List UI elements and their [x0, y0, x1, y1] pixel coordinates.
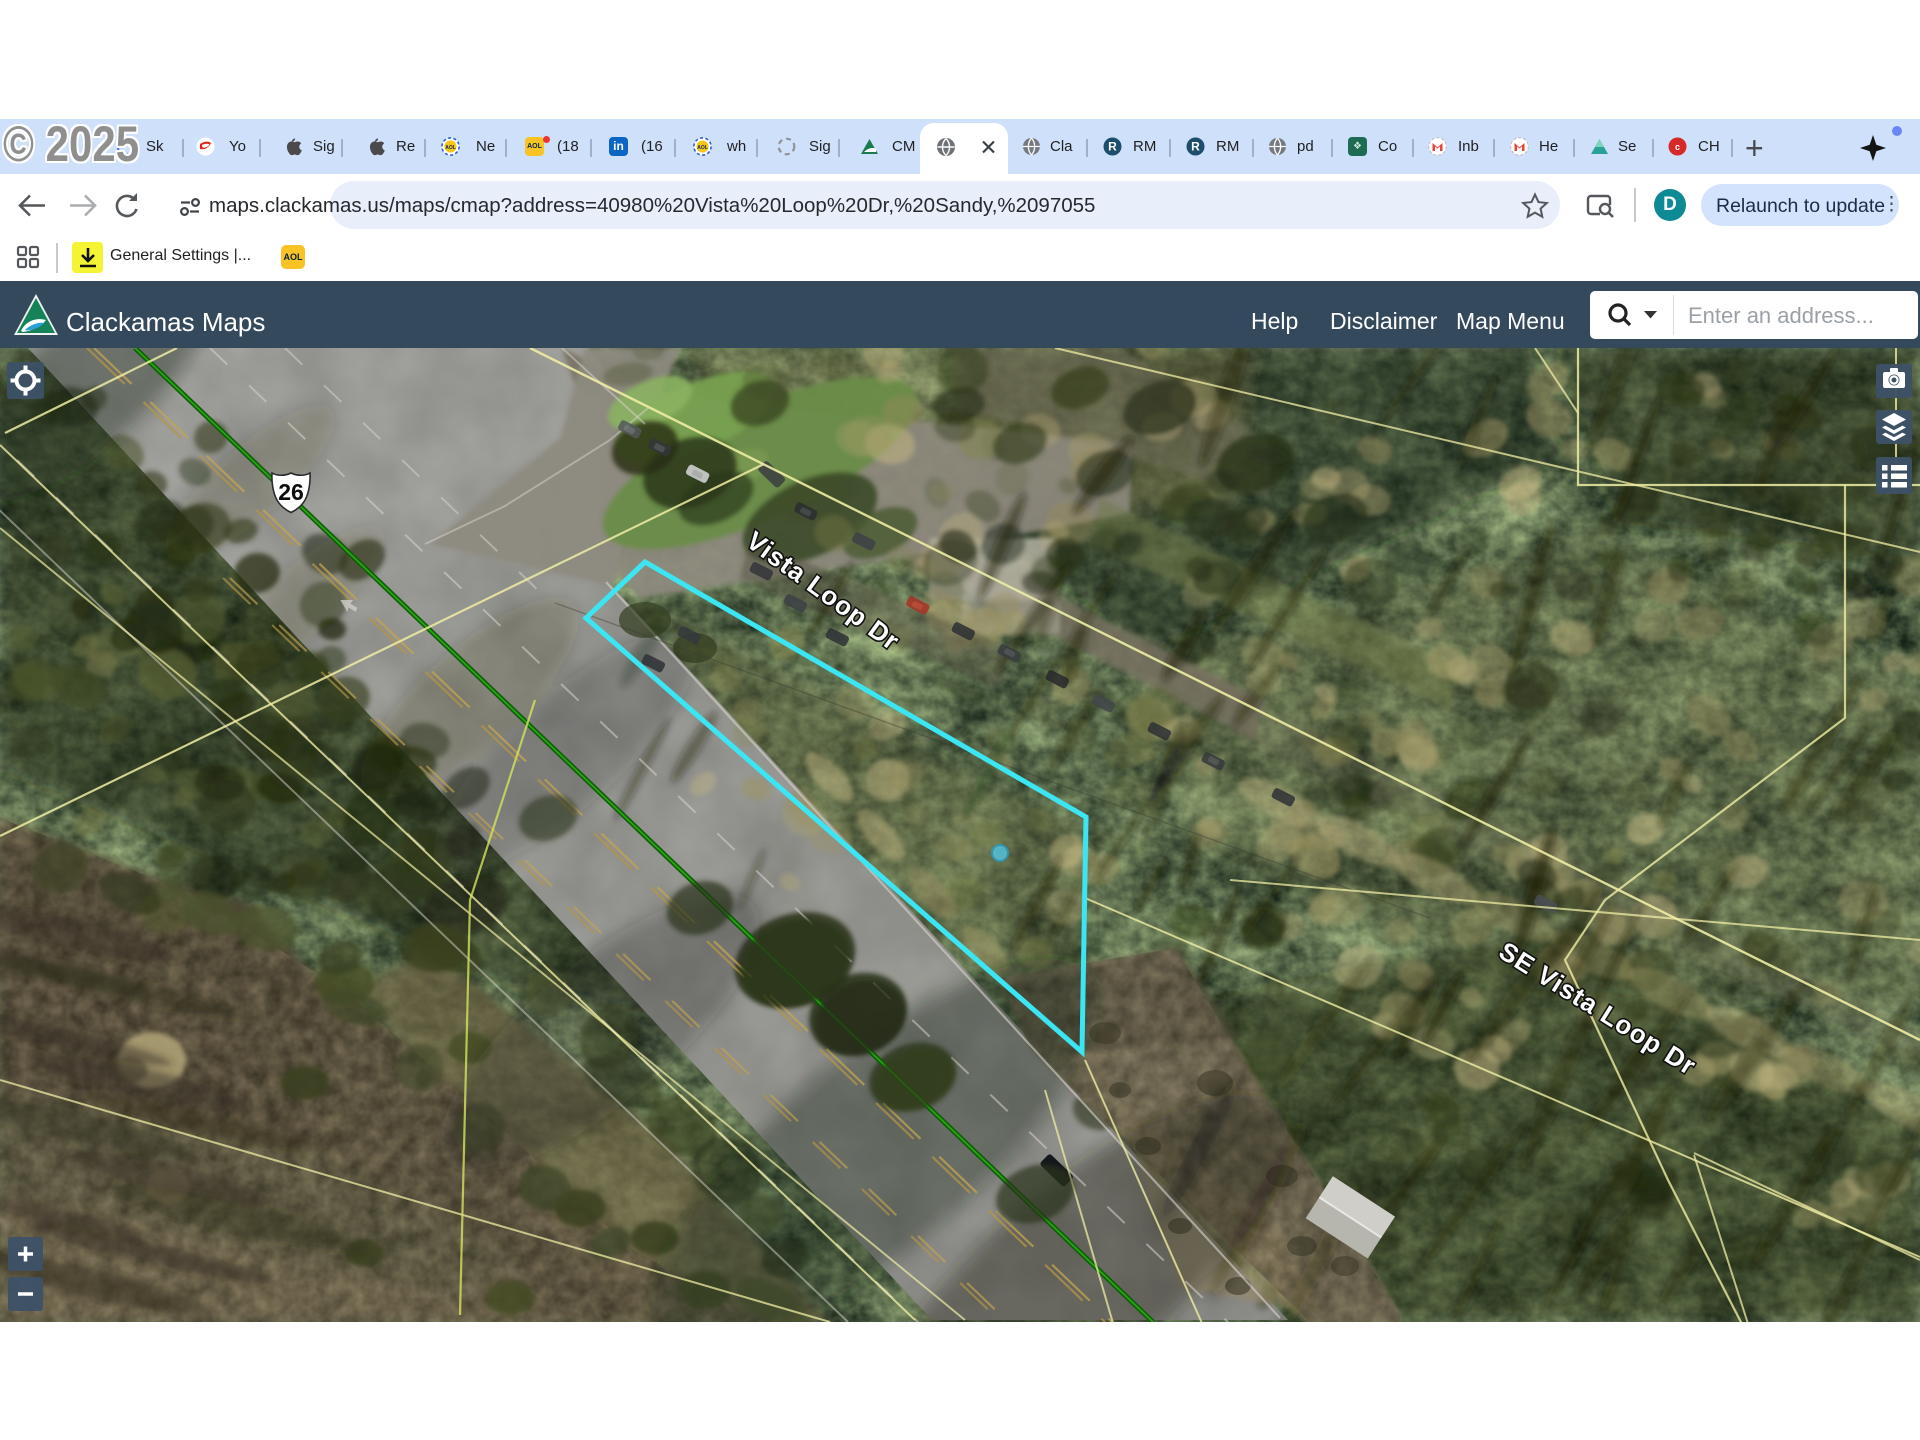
- svg-text:R: R: [1108, 140, 1117, 154]
- svg-text:AOL: AOL: [445, 145, 456, 151]
- svg-text:26: 26: [278, 479, 304, 505]
- svg-text:R: R: [1191, 140, 1200, 154]
- svg-text:c: c: [1675, 142, 1680, 152]
- svg-text:AOL: AOL: [697, 145, 708, 151]
